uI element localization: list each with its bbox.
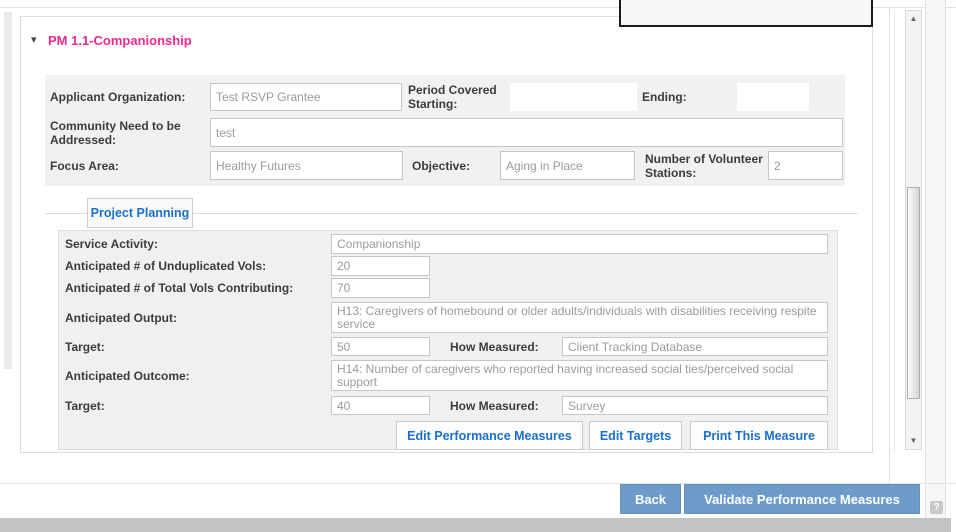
scrollbar-thumb[interactable]	[907, 187, 920, 399]
tab-project-planning[interactable]: Project Planning	[87, 198, 193, 228]
objective-label: Objective:	[412, 151, 497, 180]
performance-measure-page: ▾ PM 1.1-Companionship Applicant Organiz…	[0, 0, 956, 532]
focus-area-input[interactable]	[210, 151, 403, 180]
help-icon[interactable]: ?	[930, 501, 943, 514]
applicant-organization-input[interactable]	[210, 83, 402, 111]
applicant-organization-label: Applicant Organization:	[50, 83, 205, 111]
page-right-edge	[889, 8, 890, 483]
anticipated-outcome-label: Anticipated Outcome:	[65, 360, 325, 391]
objective-input[interactable]	[500, 151, 635, 180]
pm-section-title[interactable]: PM 1.1-Companionship	[48, 33, 192, 48]
ending-label: Ending:	[642, 83, 722, 111]
scroll-up-icon[interactable]: ▲	[906, 15, 921, 23]
footer-bar	[0, 518, 951, 532]
volunteer-stations-label: Number of Volunteer Stations:	[645, 151, 765, 180]
scroll-down-icon[interactable]: ▼	[906, 437, 921, 445]
back-button[interactable]: Back	[620, 484, 681, 514]
service-activity-label: Service Activity:	[65, 234, 325, 254]
period-covered-starting-label: Period Covered Starting:	[408, 83, 508, 111]
volunteer-stations-input[interactable]	[768, 151, 843, 180]
edit-performance-measures-button[interactable]: Edit Performance Measures	[396, 421, 583, 450]
outcome-how-measured-input[interactable]	[562, 396, 828, 415]
output-how-measured-label: How Measured:	[450, 337, 555, 356]
inner-right-edge	[894, 10, 895, 452]
community-need-input[interactable]	[210, 118, 843, 147]
left-gutter-strip	[4, 12, 12, 369]
anticipated-output-label: Anticipated Output:	[65, 302, 325, 333]
anticipated-outcome-textbox[interactable]: H14: Number of caregivers who reported h…	[331, 360, 828, 391]
focused-element-outline[interactable]	[619, 0, 873, 27]
right-side-column	[925, 0, 946, 518]
total-vols-label: Anticipated # of Total Vols Contributing…	[65, 278, 325, 298]
vertical-scrollbar[interactable]: ▲ ▼	[905, 10, 922, 450]
focus-area-label: Focus Area:	[50, 151, 205, 180]
period-covered-starting-input[interactable]	[510, 83, 637, 111]
outcome-how-measured-label: How Measured:	[450, 396, 555, 415]
print-this-measure-button[interactable]: Print This Measure	[690, 421, 828, 450]
output-target-input[interactable]	[331, 337, 430, 356]
ending-input[interactable]	[737, 83, 809, 111]
unduplicated-vols-label: Anticipated # of Unduplicated Vols:	[65, 256, 325, 276]
service-activity-input[interactable]	[331, 234, 828, 254]
edit-targets-button[interactable]: Edit Targets	[589, 421, 682, 450]
output-target-label: Target:	[65, 337, 325, 356]
output-how-measured-input[interactable]	[562, 337, 828, 356]
validate-performance-measures-button[interactable]: Validate Performance Measures	[684, 484, 920, 514]
community-need-label: Community Need to be Addressed:	[50, 118, 205, 148]
outcome-target-label: Target:	[65, 396, 325, 415]
anticipated-output-textbox[interactable]: H13: Caregivers of homebound or older ad…	[331, 302, 828, 333]
unduplicated-vols-input[interactable]	[331, 256, 430, 276]
outcome-target-input[interactable]	[331, 396, 430, 415]
collapse-triangle-icon[interactable]: ▾	[31, 35, 37, 46]
total-vols-input[interactable]	[331, 278, 430, 298]
